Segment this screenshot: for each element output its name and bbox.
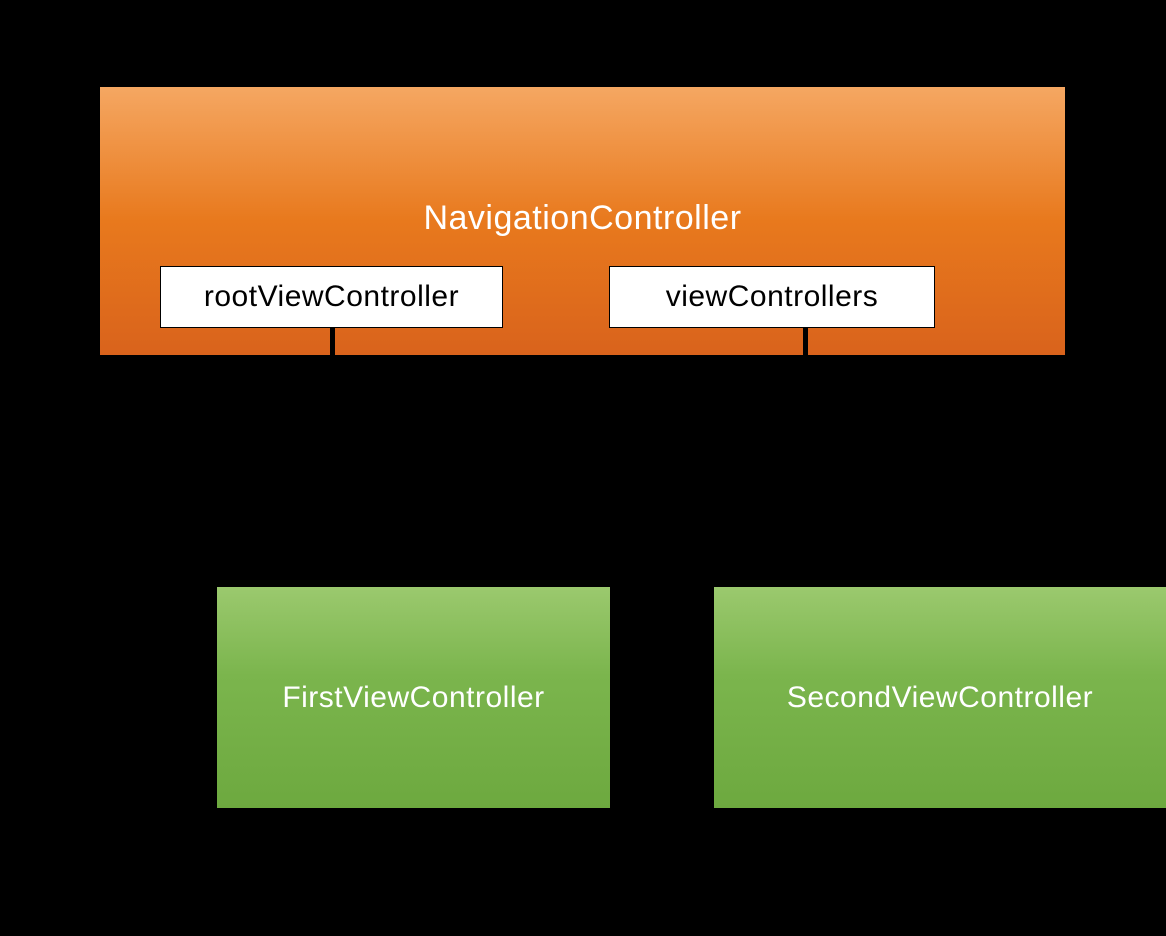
second-view-controller-box: SecondViewController: [714, 587, 1166, 808]
connector-line: [443, 395, 448, 583]
connector-line: [330, 328, 335, 583]
first-view-controller-box: FirstViewController: [217, 587, 610, 808]
view-controllers-label: viewControllers: [666, 280, 879, 314]
root-view-controller-property: rootViewController: [160, 266, 503, 328]
connector-line: [333, 395, 808, 400]
root-view-controller-label: rootViewController: [204, 280, 459, 314]
view-controllers-property: viewControllers: [609, 266, 935, 328]
first-view-controller-label: FirstViewController: [282, 681, 544, 715]
connector-line: [803, 328, 808, 400]
second-view-controller-label: SecondViewController: [787, 681, 1093, 715]
navigation-controller-title: NavigationController: [423, 199, 741, 238]
